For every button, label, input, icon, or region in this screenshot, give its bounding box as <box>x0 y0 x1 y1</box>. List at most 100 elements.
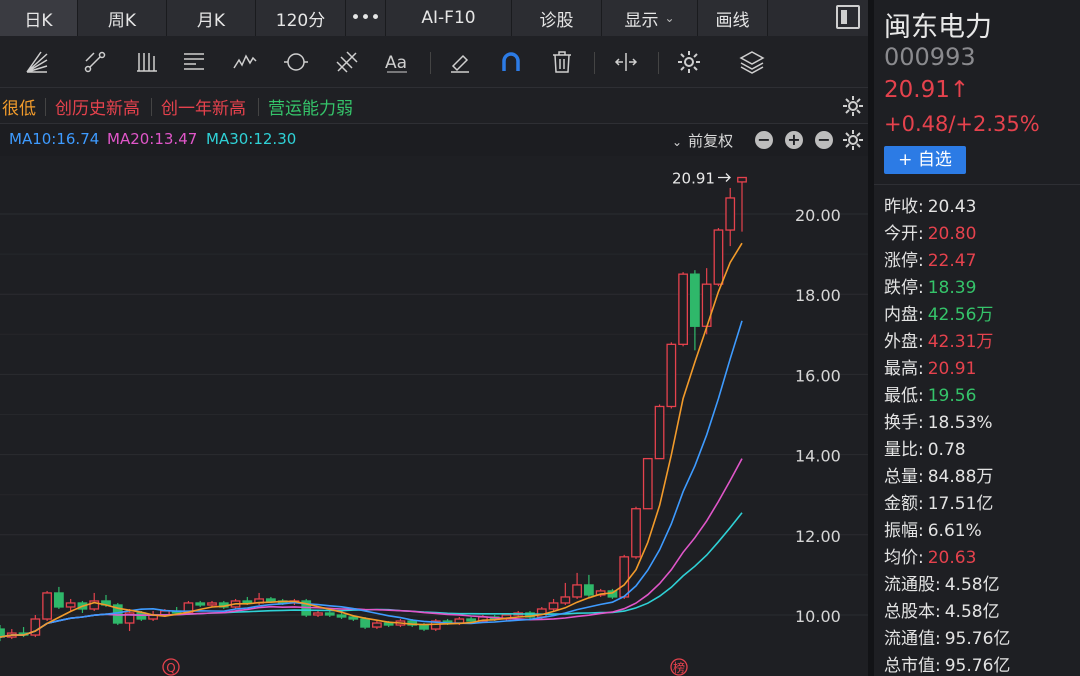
candlestick-chart[interactable]: 20.00 18.00 16.00 14.00 12.00 10.00 20.91 Q 榜 <box>0 156 868 676</box>
tab-label: 显示 <box>624 10 659 31</box>
zoom-out-icon[interactable]: − <box>755 131 773 149</box>
candle <box>572 572 583 599</box>
stat-row: 金额: 17.51亿 <box>884 489 993 514</box>
tab-draw-lines[interactable]: 画线 <box>698 0 768 36</box>
candle-body <box>265 598 276 602</box>
circle-icon[interactable] <box>279 46 313 78</box>
parallel-lines-icon[interactable] <box>130 46 164 78</box>
adjust-mode-dropdown[interactable]: ⌄ 前复权 <box>672 130 733 151</box>
magnet-icon[interactable] <box>494 46 528 78</box>
price-change: +0.48/+2.35% <box>884 112 1040 136</box>
stat-row: 跌停: 18.39 <box>884 273 976 298</box>
display-dropdown[interactable]: 显示 ⌄ <box>602 0 698 36</box>
crosshair-icon[interactable] <box>609 46 643 78</box>
badge-weak-operation[interactable]: 营运能力弱 <box>268 94 353 119</box>
fan-lines-icon[interactable] <box>20 46 54 78</box>
candle <box>42 590 53 622</box>
chart-grid <box>0 213 868 616</box>
y-tick-label: 16.00 <box>795 366 841 385</box>
tab-label: 诊股 <box>539 10 574 31</box>
text-lines-icon[interactable] <box>177 46 211 78</box>
toolbar-divider <box>430 52 431 74</box>
badge-settings-icon[interactable] <box>836 90 870 122</box>
toolbar-divider <box>658 52 659 74</box>
stat-row: 最低: 19.56 <box>884 381 976 406</box>
stat-label: 金额: <box>884 494 924 514</box>
candle-body <box>572 584 583 598</box>
stat-label: 涨停: <box>884 251 924 271</box>
candle-body <box>713 229 724 285</box>
stat-value: 20.43 <box>927 197 977 217</box>
tab-week-k[interactable]: 周K <box>78 0 167 36</box>
zoom-in-icon[interactable]: + <box>785 131 803 149</box>
candle-body <box>419 624 429 630</box>
candle-body <box>42 592 53 620</box>
collapse-icon[interactable]: − <box>815 131 833 149</box>
candle <box>583 574 594 597</box>
stat-label: 总股本: <box>884 602 941 622</box>
candle-body <box>360 618 371 628</box>
tab-month-k[interactable]: 月K <box>167 0 256 36</box>
stat-row: 内盘: 42.56万 <box>884 300 993 325</box>
text-style-icon[interactable]: Aa <box>380 46 414 78</box>
ma-lines <box>0 242 743 638</box>
badge-divider <box>258 98 259 116</box>
tab-day-k[interactable]: 日K <box>0 0 78 36</box>
eraser-icon[interactable] <box>443 46 477 78</box>
fib-icon[interactable] <box>330 46 364 78</box>
chevron-down-icon: ⌄ <box>672 135 683 149</box>
settings-icon[interactable] <box>672 46 706 78</box>
badge-year-high[interactable]: 创一年新高 <box>161 94 246 119</box>
adjust-mode-label: 前复权 <box>688 132 734 150</box>
trash-icon[interactable] <box>545 46 579 78</box>
ma30-label: MA30:12.30 <box>206 130 297 148</box>
stat-label: 昨收: <box>884 197 924 217</box>
candle <box>324 610 335 618</box>
tab-diagnose[interactable]: 诊股 <box>512 0 602 36</box>
stat-value: 0.78 <box>927 440 966 460</box>
more-tabs-button[interactable]: ••• <box>346 0 386 36</box>
candle-body <box>324 612 335 616</box>
segment-icon[interactable] <box>78 46 112 78</box>
chart-canvas: 20.00 18.00 16.00 14.00 12.00 10.00 20.91 Q 榜 <box>0 170 868 676</box>
stat-label: 最低: <box>884 386 924 406</box>
stat-row: 总股本: 4.58亿 <box>884 597 1000 622</box>
candle-body <box>242 600 253 604</box>
stat-value: 6.61% <box>927 521 982 541</box>
candle-body <box>678 273 689 345</box>
layers-icon[interactable] <box>735 46 769 78</box>
last-price-label: 20.91 <box>672 170 715 188</box>
ma-settings-icon[interactable] <box>836 124 870 156</box>
tab-label: AI-F10 <box>421 8 476 28</box>
drawing-toolbar: Aa <box>0 36 868 88</box>
stat-value: 42.31万 <box>927 332 994 352</box>
marker-text: 榜 <box>673 660 685 675</box>
add-watchlist-button[interactable]: + 自选 <box>884 146 966 174</box>
candle <box>0 625 5 642</box>
sidebar-toggle-icon[interactable] <box>836 5 860 29</box>
tab-label: 日K <box>24 10 53 31</box>
panel-divider <box>874 184 1080 185</box>
candle <box>195 600 206 607</box>
y-tick-label: 12.00 <box>795 527 841 546</box>
badge-very-low[interactable]: 很低 <box>2 94 36 119</box>
stat-value: 20.63 <box>927 548 977 568</box>
stat-label: 最高: <box>884 359 924 379</box>
stat-row: 换手: 18.53% <box>884 408 993 433</box>
stat-value: 17.51亿 <box>927 494 994 514</box>
wave-icon[interactable] <box>228 46 262 78</box>
candle <box>124 608 135 632</box>
svg-text:Aa: Aa <box>385 53 407 73</box>
tab-ai-f10[interactable]: AI-F10 <box>386 0 512 36</box>
candle-body <box>689 273 700 327</box>
stat-label: 量比: <box>884 440 924 460</box>
tab-label: 月K <box>196 10 226 31</box>
candle-body <box>348 616 359 620</box>
badge-all-time-high[interactable]: 创历史新高 <box>55 94 140 119</box>
last-price: 20.91↑ <box>884 77 970 103</box>
candle <box>725 187 736 247</box>
stat-label: 流通值: <box>884 629 941 649</box>
y-tick-label: 14.00 <box>795 447 841 466</box>
candle <box>30 615 41 638</box>
tab-120min[interactable]: 120分 <box>256 0 346 36</box>
